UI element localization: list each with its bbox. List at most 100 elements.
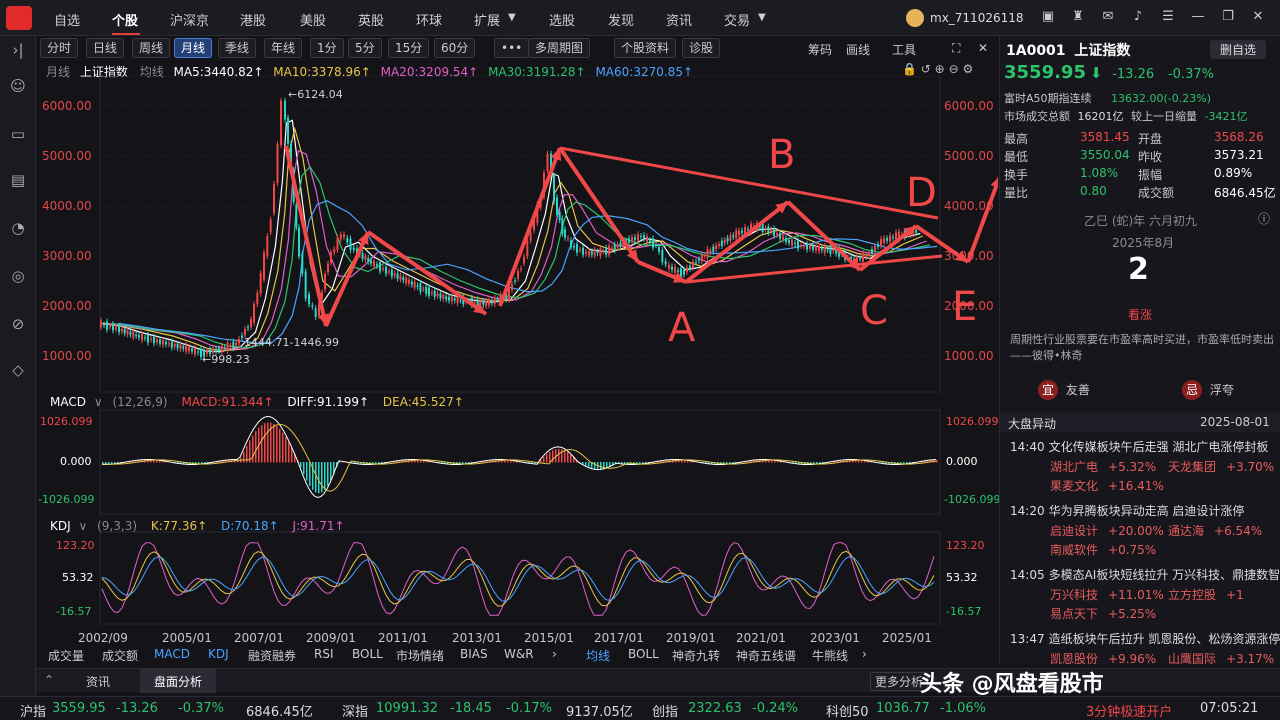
macd-title[interactable]: MACD	[50, 395, 86, 409]
tab-macd[interactable]: MACD	[154, 647, 190, 661]
news-stock[interactable]: 易点天下 +5.25%	[1050, 605, 1156, 622]
news-stock[interactable]: 凯恩股份 +9.96%	[1050, 650, 1156, 667]
robot-icon[interactable]: ☺	[8, 76, 28, 96]
news-item[interactable]: 14:05 多模态AI板块短线拉升 万兴科技、鼎捷数智	[1010, 566, 1280, 583]
tab-kdj[interactable]: KDJ	[208, 647, 229, 661]
tab-rsi[interactable]: RSI	[314, 647, 334, 661]
btn-yearly[interactable]: 年线	[264, 38, 303, 58]
info-icon[interactable]: ⓘ	[1258, 210, 1270, 227]
kdj-title[interactable]: KDJ	[50, 519, 71, 533]
fast-account-link[interactable]: 3分钟极速开户	[1086, 701, 1172, 720]
news-stock[interactable]: 立方控股 +1	[1168, 586, 1244, 603]
sh-amt: 6846.45亿	[246, 705, 313, 720]
zoom-out-icon[interactable]: ⊖	[949, 62, 959, 76]
collapse-icon[interactable]: ⌃	[44, 673, 54, 687]
tab-volume[interactable]: 成交量	[48, 647, 84, 664]
tab-sentiment[interactable]: 市场情绪	[396, 647, 444, 664]
nav-us[interactable]: 美股	[300, 10, 326, 29]
news-stock[interactable]: 天龙集团 +3.70%	[1168, 458, 1274, 475]
sz-name[interactable]: 深指	[342, 701, 368, 720]
remove-watch-button[interactable]: 删自选	[1210, 40, 1267, 59]
news-stock[interactable]: 通达海 +6.54%	[1168, 522, 1262, 539]
save-icon[interactable]: ▣	[1040, 9, 1056, 25]
macd-diff-line	[101, 416, 937, 498]
chat-icon[interactable]: ◎	[8, 266, 28, 286]
nav-extend[interactable]: 扩展	[474, 10, 500, 29]
btn-diagnose[interactable]: 诊股	[682, 38, 721, 58]
menu-icon[interactable]: ☰	[1160, 9, 1176, 25]
btn-quarterly[interactable]: 季线	[218, 38, 257, 58]
overlay-nine[interactable]: 神奇九转	[672, 647, 720, 664]
nav-uk[interactable]: 英股	[358, 10, 384, 29]
sh-name[interactable]: 沪指	[20, 701, 46, 720]
tab-margin[interactable]: 融资融券	[248, 647, 296, 664]
gauge-icon[interactable]: ◔	[8, 218, 28, 238]
tab-analysis[interactable]: 盘面分析	[140, 669, 217, 693]
skin-icon[interactable]: ♜	[1070, 9, 1086, 25]
nav-news[interactable]: 资讯	[666, 10, 692, 29]
btn-multi-period[interactable]: 多周期图	[528, 38, 591, 58]
diamond-icon[interactable]: ◇	[8, 360, 28, 380]
close-icon[interactable]: ✕	[978, 41, 988, 55]
nav-trade[interactable]: 交易	[724, 10, 750, 29]
user-account[interactable]: mx_711026118	[906, 9, 1024, 27]
minimize-icon[interactable]: —	[1190, 9, 1206, 25]
tab-bias[interactable]: BIAS	[460, 647, 488, 661]
btn-5min[interactable]: 5分	[348, 38, 382, 58]
cy-name[interactable]: 创指	[652, 701, 678, 720]
btn-1min[interactable]: 1分	[310, 38, 344, 58]
btn-more[interactable]: •••	[494, 38, 530, 58]
nav-discover[interactable]: 发现	[608, 10, 634, 29]
news-item[interactable]: 14:20 华为昇腾板块异动走高 启迪设计涨停	[1010, 502, 1280, 519]
tab-wr[interactable]: W&R	[504, 647, 534, 661]
news-item[interactable]: 14:40 文化传媒板块午后走强 湖北广电涨停封板	[1010, 438, 1280, 455]
document-icon[interactable]: ▤	[8, 170, 28, 190]
overlay-ma[interactable]: 均线	[586, 647, 610, 664]
btn-daily[interactable]: 日线	[86, 38, 125, 58]
overlay-bullbear[interactable]: 牛熊线	[812, 647, 848, 664]
nav-hk[interactable]: 港股	[240, 10, 266, 29]
tab-amount[interactable]: 成交额	[102, 647, 138, 664]
news-stock[interactable]: 果麦文化 +16.41%	[1050, 477, 1164, 494]
btn-weekly[interactable]: 周线	[132, 38, 171, 58]
btn-60min[interactable]: 60分	[434, 38, 476, 58]
restore-icon[interactable]: ❐	[1220, 9, 1236, 25]
gear-icon[interactable]: ⚙	[962, 62, 973, 76]
news-stock[interactable]: 万兴科技 +11.01%	[1050, 586, 1164, 603]
news-stock[interactable]: 南威软件 +0.75%	[1050, 541, 1156, 558]
btn-15min[interactable]: 15分	[388, 38, 430, 58]
lock-icon[interactable]: 🔒	[902, 62, 917, 76]
nav-stock[interactable]: 个股	[112, 10, 138, 29]
btn-stock-profile[interactable]: 个股资料	[614, 38, 677, 58]
news-stock[interactable]: 启迪设计 +20.00%	[1050, 522, 1164, 539]
btn-intraday[interactable]: 分时	[40, 38, 79, 58]
chevron-right-icon[interactable]: ›	[552, 647, 557, 661]
fullscreen-icon[interactable]: ⛶	[952, 41, 960, 56]
link-chips[interactable]: 筹码	[808, 41, 832, 58]
nav-global[interactable]: 环球	[416, 10, 442, 29]
link-icon[interactable]: ⊘	[8, 314, 28, 334]
nav-watchlist[interactable]: 自选	[54, 10, 80, 29]
btn-monthly[interactable]: 月线	[174, 38, 213, 58]
nav-screener[interactable]: 选股	[549, 10, 575, 29]
link-draw[interactable]: 画线	[846, 41, 870, 58]
close-icon[interactable]: ✕	[1250, 9, 1266, 25]
overlay-boll[interactable]: BOLL	[628, 647, 659, 661]
kc-name[interactable]: 科创50	[826, 701, 869, 720]
news-stock[interactable]: 湖北广电 +5.32%	[1050, 458, 1156, 475]
undo-icon[interactable]: ↺	[921, 62, 931, 76]
zoom-in-icon[interactable]: ⊕	[935, 62, 945, 76]
tab-boll[interactable]: BOLL	[352, 647, 383, 661]
link-tools[interactable]: 工具	[892, 41, 916, 58]
news-item[interactable]: 13:47 造纸板块午后拉升 凯恩股份、松炀资源涨停	[1010, 630, 1280, 647]
expand-icon[interactable]: ›|	[8, 40, 28, 60]
macd-bar	[291, 447, 293, 463]
bell-icon[interactable]: ♪	[1130, 9, 1146, 25]
mail-icon[interactable]: ✉	[1100, 9, 1116, 25]
chevron-right-icon[interactable]: ›	[862, 647, 867, 661]
monitor-icon[interactable]: ▭	[8, 124, 28, 144]
tab-info[interactable]: 资讯	[86, 673, 110, 690]
nav-hs[interactable]: 沪深京	[170, 10, 209, 29]
overlay-five[interactable]: 神奇五线谱	[736, 647, 796, 664]
news-stock[interactable]: 山鹰国际 +3.17%	[1168, 650, 1274, 667]
